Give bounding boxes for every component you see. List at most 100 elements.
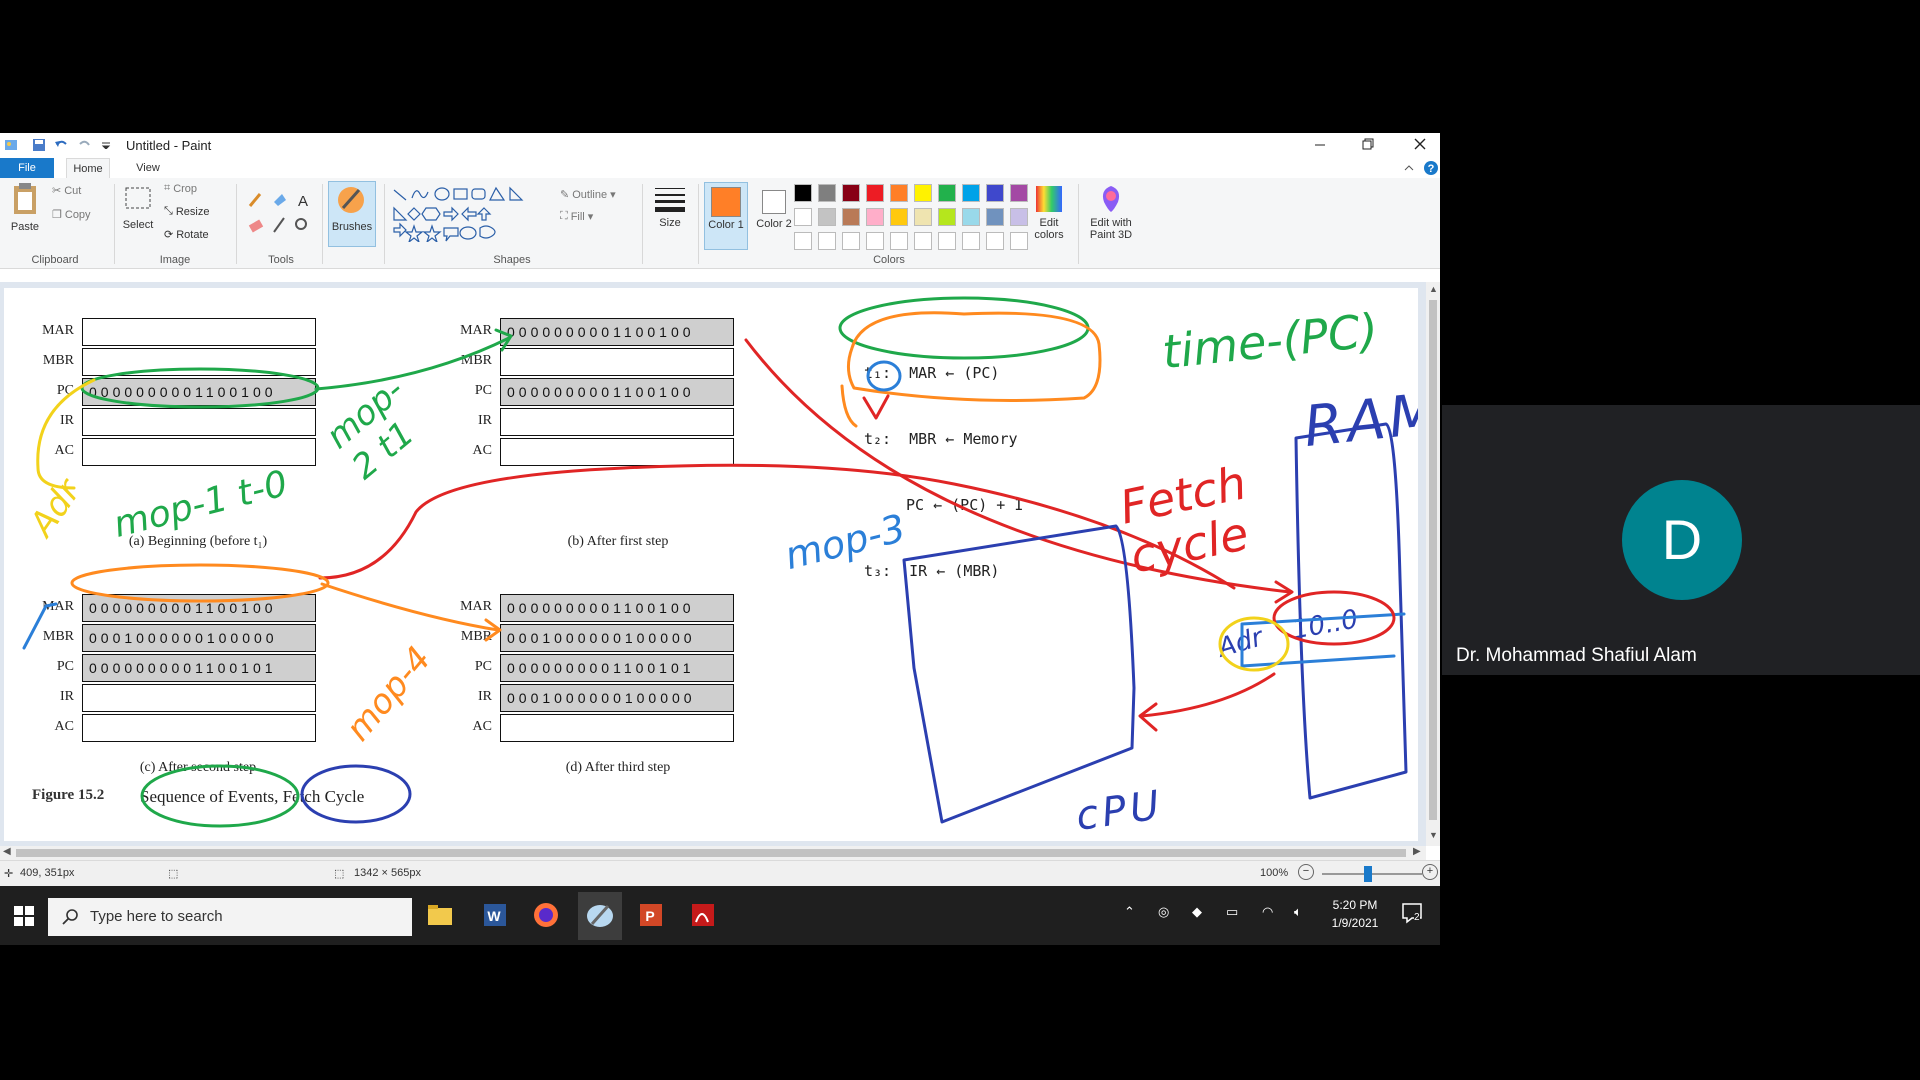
copy-icon: ❐ [52, 209, 62, 221]
meet-now-icon[interactable]: ◎ [1158, 904, 1169, 920]
size-button[interactable]: Size [650, 184, 690, 246]
fill-button[interactable]: ⛶ Fill ▾ [560, 210, 593, 223]
zoom-in-icon[interactable]: + [1422, 864, 1438, 880]
image-group-label: Image [159, 254, 191, 266]
palette-swatch[interactable] [914, 184, 932, 202]
rotate-icon: ⟳ [164, 229, 174, 241]
scroll-down-icon[interactable]: ▼ [1429, 830, 1438, 840]
palette-swatch-empty[interactable] [986, 232, 1004, 250]
minimize-icon[interactable] [1314, 139, 1326, 151]
group-divider [698, 184, 699, 264]
taskbar-search-box[interactable]: Type here to search [48, 898, 412, 936]
restore-icon[interactable] [1362, 137, 1374, 151]
dropbox-icon[interactable]: ◆ [1192, 904, 1202, 920]
scroll-up-icon[interactable]: ▲ [1429, 284, 1438, 294]
palette-swatch[interactable] [938, 208, 956, 226]
palette-swatch[interactable] [866, 208, 884, 226]
scroll-right-icon[interactable]: ▶ [1413, 846, 1421, 857]
palette-swatch[interactable] [818, 208, 836, 226]
file-explorer-taskbar-icon[interactable] [424, 900, 456, 930]
search-icon [62, 909, 78, 925]
volume-icon[interactable]: 🔈︎ [1294, 904, 1302, 920]
palette-swatch-empty[interactable] [938, 232, 956, 250]
vertical-scroll-thumb[interactable] [1429, 300, 1437, 820]
shapes-group-label: Shapes [493, 254, 531, 266]
fill-label: Fill [570, 210, 585, 223]
palette-swatch[interactable] [962, 184, 980, 202]
palette-swatch-empty[interactable] [818, 232, 836, 250]
quick-access-dropdown-icon[interactable] [101, 141, 111, 149]
firefox-taskbar-icon[interactable] [530, 900, 562, 930]
chevron-up-icon[interactable]: ⌃ [1124, 904, 1135, 920]
tools-group-label: Tools [268, 254, 294, 266]
horizontal-scroll-thumb[interactable] [16, 849, 1406, 857]
tab-view[interactable]: View [126, 158, 170, 178]
palette-swatch[interactable] [986, 208, 1004, 226]
palette-swatch[interactable] [842, 208, 860, 226]
zoom-slider-thumb[interactable] [1364, 866, 1372, 882]
rotate-button[interactable]: ⟳ Rotate [164, 228, 209, 242]
drawing-canvas[interactable]: MAR MBR PC 0000000001100100 IR AC MAR 000000000… [4, 288, 1418, 841]
shapes-gallery[interactable] [392, 186, 544, 242]
palette-swatch[interactable] [962, 208, 980, 226]
palette-swatch[interactable] [794, 208, 812, 226]
palette-swatch-empty[interactable] [842, 232, 860, 250]
copy-button[interactable]: ❐ Copy [52, 208, 91, 222]
group-divider [642, 184, 643, 264]
zoom-out-icon[interactable]: − [1298, 864, 1314, 880]
tab-home[interactable]: Home [66, 158, 110, 178]
palette-swatch[interactable] [986, 184, 1004, 202]
windows-start-icon[interactable] [14, 906, 34, 926]
redo-icon[interactable] [78, 138, 92, 152]
resize-button[interactable]: ⤡ Resize [164, 205, 209, 218]
paint-taskbar-icon[interactable] [578, 892, 622, 940]
palette-swatch[interactable] [842, 184, 860, 202]
palette-swatch-empty[interactable] [890, 232, 908, 250]
undo-icon[interactable] [54, 138, 68, 152]
powerpoint-taskbar-icon[interactable]: P [634, 900, 666, 930]
tab-file[interactable]: File [0, 158, 54, 178]
save-icon[interactable] [32, 138, 46, 152]
taskbar-clock[interactable]: 5:20 PM 1/9/2021 [1326, 896, 1384, 932]
palette-swatch[interactable] [914, 208, 932, 226]
clock-time: 5:20 PM [1332, 898, 1378, 912]
select-button[interactable]: Select [120, 182, 156, 244]
edit-colors-label: Edit colors [1034, 217, 1064, 241]
help-icon[interactable]: ? [1423, 160, 1439, 176]
resize-label: Resize [175, 205, 210, 218]
palette-swatch[interactable] [890, 184, 908, 202]
battery-icon[interactable]: ▭ [1226, 904, 1238, 920]
tools-icons[interactable]: A [246, 188, 316, 238]
cut-button[interactable]: ✂ Cut [52, 184, 81, 198]
palette-swatch-empty[interactable] [866, 232, 884, 250]
palette-swatch-empty[interactable] [794, 232, 812, 250]
crop-button[interactable]: ⌗ Crop [164, 182, 197, 195]
collapse-ribbon-icon[interactable] [1404, 163, 1414, 171]
palette-swatch[interactable] [866, 184, 884, 202]
palette-swatch-empty[interactable] [962, 232, 980, 250]
edit-paint3d-button[interactable]: Edit with Paint 3D [1082, 184, 1140, 246]
palette-swatch-empty[interactable] [914, 232, 932, 250]
vertical-scrollbar[interactable]: ▲ ▼ [1426, 282, 1440, 846]
zoom-slider[interactable] [1322, 873, 1422, 875]
color1-button[interactable]: Color 1 [704, 182, 748, 250]
word-taskbar-icon[interactable]: W [478, 900, 510, 930]
palette-swatch[interactable] [794, 184, 812, 202]
outline-icon: ✎ [560, 189, 570, 201]
edit-colors-button[interactable]: Edit colors [1026, 184, 1072, 246]
palette-swatch[interactable] [818, 184, 836, 202]
brushes-button[interactable]: Brushes [328, 181, 376, 247]
action-center-icon[interactable]: 2 [1400, 900, 1426, 926]
outline-button[interactable]: ✎ Outline ▾ [560, 188, 616, 202]
horizontal-scrollbar[interactable]: ◀ ▶ [0, 846, 1426, 860]
crop-icon: ⌗ [164, 182, 171, 194]
close-icon[interactable] [1414, 138, 1426, 150]
group-divider [1078, 184, 1079, 264]
color2-button[interactable]: Color 2 [752, 182, 796, 250]
palette-swatch[interactable] [890, 208, 908, 226]
scroll-left-icon[interactable]: ◀ [3, 846, 11, 857]
paste-button[interactable]: Paste [6, 182, 44, 244]
wifi-icon[interactable]: ◠ [1262, 904, 1273, 920]
palette-swatch[interactable] [938, 184, 956, 202]
acrobat-taskbar-icon[interactable] [686, 900, 718, 930]
